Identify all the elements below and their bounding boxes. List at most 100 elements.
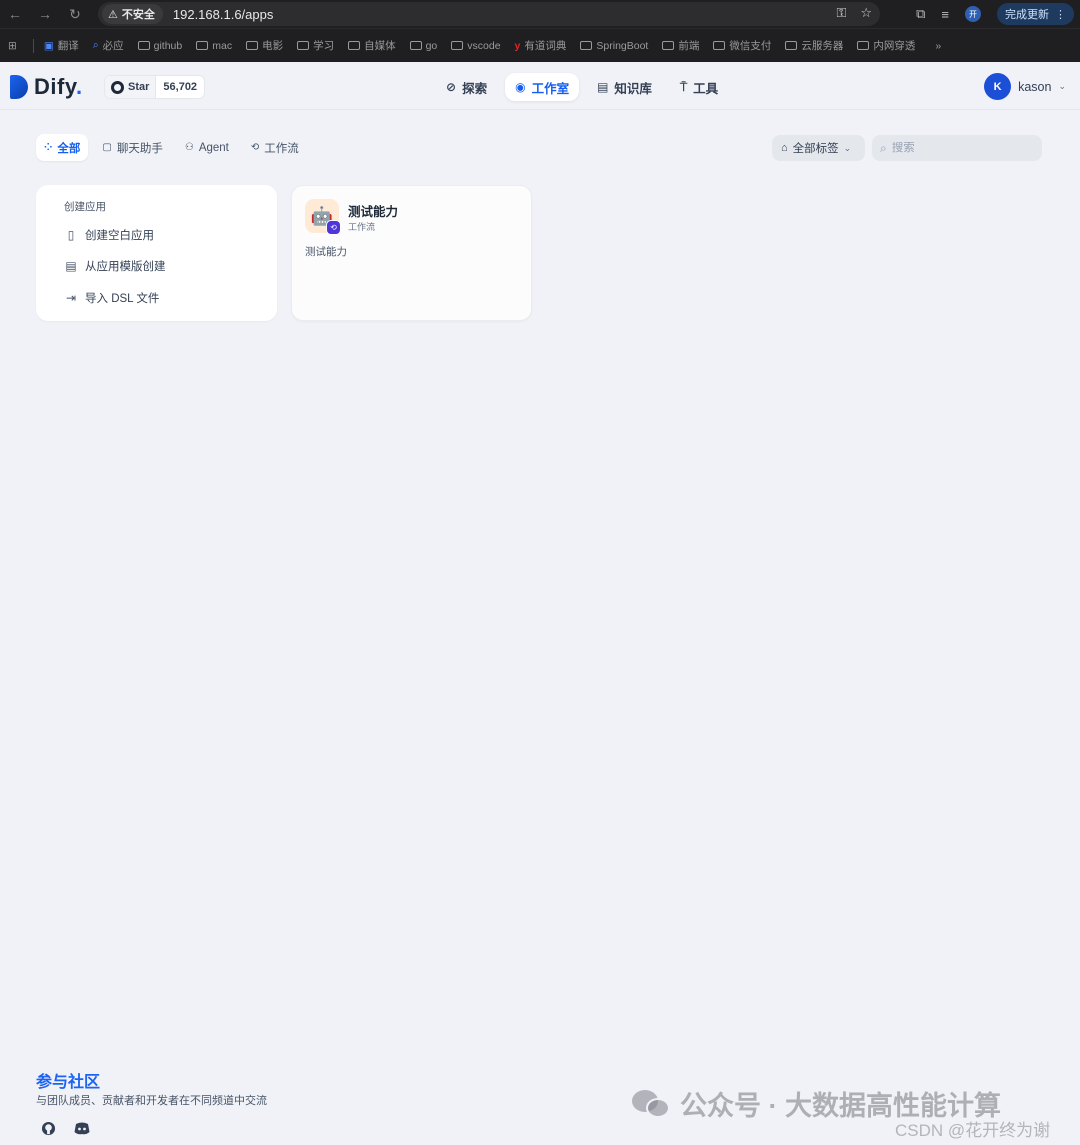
folder-icon [246,41,259,50]
user-name: kason [1018,79,1052,94]
folder-icon [137,41,150,50]
search-input[interactable] [891,142,1032,154]
url-text[interactable]: 192.168.1.6/apps [173,7,273,22]
bookmark-media[interactable]: 自媒体 [348,38,396,53]
insecure-label: 不安全 [121,9,155,21]
dify-logo[interactable]: Dify. [10,74,83,100]
browser-toolbar: ← → ↻ ⚠ 不安全 192.168.1.6/apps ⚿ ☆ ⧉ ≡ 开 完… [0,0,1080,28]
bookmark-tunnel[interactable]: 内网穿透 [857,38,915,53]
profile-avatar[interactable]: 开 [965,6,981,22]
folder-icon [580,41,593,50]
app-name: 测试能力 [348,205,399,219]
insecure-badge[interactable]: ⚠ 不安全 [102,4,163,24]
bookmark-go[interactable]: go [409,40,437,52]
nav-tools[interactable]: ⍑ 工具 [670,73,728,101]
community-title: 参与社区 [36,1074,101,1091]
book-icon: ▤ [597,80,609,94]
bookmark-youdao[interactable]: y 有道词典 [515,38,567,53]
search-icon: ⌕ [880,140,887,155]
grid-icon: ⁘ [44,142,53,153]
app-description: 测试能力 [305,246,347,258]
github-star-count: 56,702 [163,81,198,93]
folder-icon [785,41,798,50]
github-star-button[interactable]: Star 56,702 [104,75,206,99]
hammer-icon: ⍑ [679,79,688,94]
github-star-label: Star [128,81,150,93]
file-template-icon: ▤ [65,259,77,273]
bookmark-study[interactable]: 学习 [297,38,334,53]
agent-icon: ⚇ [184,142,194,153]
search-icon: ⌕ [92,39,99,51]
folder-icon [662,41,675,50]
discord-icon[interactable] [74,1120,90,1136]
create-blank-app-button[interactable]: ▯ 创建空白应用 [64,224,277,246]
app-type-tabs: ⁘ 全部 ▢ 聊天助手 ⚇ Agent ⟲ 工作流 [36,134,307,161]
folder-icon [409,41,422,50]
wechat-icon [632,1088,672,1120]
tag-icon: ⌂ [781,142,788,154]
file-plus-icon: ▯ [67,228,75,242]
import-icon: ⇥ [65,291,77,305]
compass-icon: ⊘ [446,80,457,94]
nav-studio[interactable]: ◉ 工作室 [505,73,580,101]
create-app-card: 创建应用 ▯ 创建空白应用 ▤ 从应用模版创建 ⇥ 导入 DSL 文件 [36,185,277,321]
user-menu[interactable]: K kason ⌄ [984,73,1066,100]
reading-list-icon[interactable]: ≡ [941,7,949,22]
warning-icon: ⚠ [108,8,118,21]
extensions-icon[interactable]: ⧉ [916,6,925,22]
github-icon [111,80,124,94]
more-vert-icon: ⋮ [1055,8,1066,21]
back-icon[interactable]: ← [0,0,30,28]
youdao-icon: y [514,39,521,52]
update-label: 完成更新 [1005,9,1049,21]
bookmark-frontend[interactable]: 前端 [662,38,699,53]
nav-knowledge[interactable]: ▤ 知识库 [587,73,662,101]
key-icon[interactable]: ⚿ [836,5,846,21]
apps-grid-icon[interactable]: ⊞ [8,40,17,52]
more-bookmarks-icon[interactable]: » [935,40,941,52]
chevron-down-icon: ⌄ [843,142,852,153]
bookmark-mac[interactable]: mac [196,40,232,52]
update-button[interactable]: 完成更新 ⋮ [997,3,1074,25]
bookmark-github[interactable]: github [137,40,182,52]
workflow-icon: ⟲ [250,142,260,153]
nav-explore[interactable]: ⊘ 探索 [436,73,497,101]
tab-all[interactable]: ⁘ 全部 [36,134,89,161]
tab-chatbot[interactable]: ▢ 聊天助手 [94,134,170,161]
tag-filter-dropdown[interactable]: ⌂ 全部标签 ⌄ [772,135,865,161]
community-description: 与团队成员、贡献者和开发者在不同频道中交流 [36,1095,267,1107]
bookmark-movies[interactable]: 电影 [246,38,283,53]
bookmark-springboot[interactable]: SpringBoot [580,40,648,52]
avatar: K [984,73,1012,100]
folder-icon [857,41,870,50]
folder-icon [451,41,464,50]
tab-workflow[interactable]: ⟲ 工作流 [243,134,307,161]
chat-bubble-icon: ▢ [102,142,112,153]
folder-icon [713,41,726,50]
address-bar[interactable]: ⚠ 不安全 192.168.1.6/apps ⚿ ☆ [98,2,880,26]
search-box[interactable]: ⌕ [872,135,1042,161]
dify-logo-mark [10,75,28,99]
app-header: Dify. Star 56,702 ⊘ 探索 ◉ 工作室 ▤ 知识库 ⍑ 工具 … [0,63,1080,110]
bookmark-vscode[interactable]: vscode [451,40,501,52]
tag-filter-label: 全部标签 [792,143,839,155]
chevron-down-icon: ⌄ [1058,81,1066,91]
app-card[interactable]: 🤖 ⟲ 测试能力 工作流 测试能力 [291,185,532,321]
folder-icon [348,41,361,50]
forward-icon[interactable]: → [30,0,60,28]
robot-icon: ◉ [515,80,526,94]
reload-icon[interactable]: ↻ [60,0,90,28]
bookmark-bing[interactable]: ⌕ 必应 [93,38,124,53]
bookmark-translate[interactable]: ▣ 翻译 [44,38,79,53]
bookmark-wechat-pay[interactable]: 微信支付 [713,38,771,53]
folder-icon [196,41,209,50]
bookmark-cloud-server[interactable]: 云服务器 [785,38,843,53]
import-dsl-button[interactable]: ⇥ 导入 DSL 文件 [64,287,277,309]
github-icon[interactable] [40,1120,56,1136]
main-nav: ⊘ 探索 ◉ 工作室 ▤ 知识库 ⍑ 工具 [436,73,728,101]
community-links [40,1120,90,1136]
tab-agent[interactable]: ⚇ Agent [177,134,237,161]
create-from-template-button[interactable]: ▤ 从应用模版创建 [64,255,277,277]
bookmark-star-icon[interactable]: ☆ [860,5,872,21]
app-type: 工作流 [348,222,376,232]
